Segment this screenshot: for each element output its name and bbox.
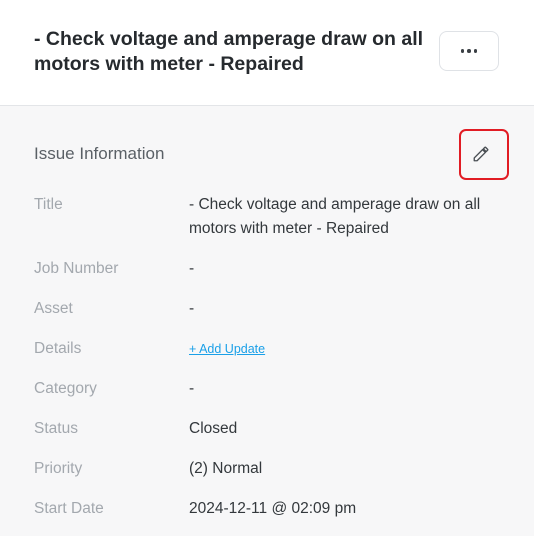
field-label: Start Date <box>34 500 104 517</box>
field-value-status: Closed <box>189 420 238 437</box>
page-title: - Check voltage and amperage draw on all… <box>34 28 424 75</box>
field-value-category: - <box>189 380 195 397</box>
field-label: Asset <box>34 300 73 317</box>
field-label: Priority <box>34 460 83 477</box>
section-title: Issue Information <box>34 144 165 163</box>
field-label: Title <box>34 196 63 213</box>
field-value-start-date: 2024-12-11 @ 02:09 pm <box>189 500 357 517</box>
page-header: - Check voltage and amperage draw on all… <box>0 0 534 106</box>
edit-button[interactable] <box>467 140 495 168</box>
field-value-title: - Check voltage and amperage draw on all… <box>189 196 481 237</box>
field-value-asset: - <box>189 300 195 317</box>
field-value-job-number: - <box>189 260 195 277</box>
field-label: Status <box>34 420 78 437</box>
more-dots-icon <box>460 49 465 53</box>
field-value-priority: (2) Normal <box>189 460 263 477</box>
add-update-link[interactable]: + Add Update <box>189 342 265 356</box>
field-label: Job Number <box>34 260 119 277</box>
field-label: Category <box>34 380 97 397</box>
pencil-icon <box>473 146 489 162</box>
field-label: Details <box>34 340 82 357</box>
more-options-button[interactable] <box>439 31 499 71</box>
